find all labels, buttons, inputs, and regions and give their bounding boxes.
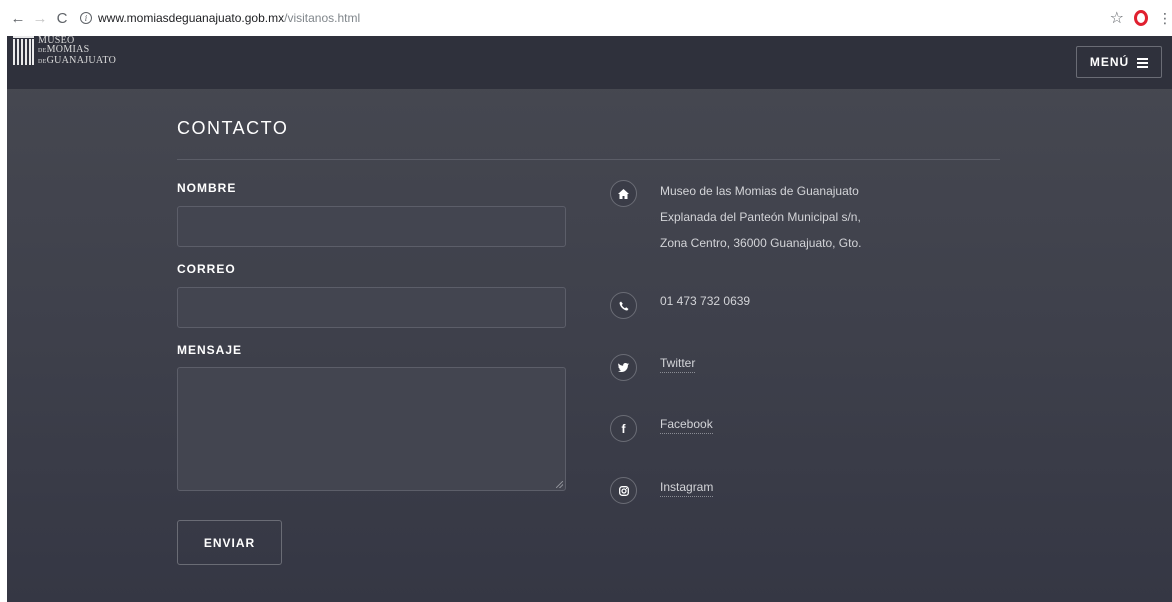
home-icon [610,180,637,207]
address-block: Museo de las Momias de Guanajuato Explan… [660,178,861,256]
logo-text: MUSEO DEMOMIAS DEGUANAJUATO [38,36,116,67]
hamburger-icon [1137,57,1149,68]
page-title: CONTACTO [177,118,289,138]
logo-line-de-1: DE [38,48,47,54]
site-page: MUSEO DEMOMIAS DEGUANAJUATO MENÚ CONTACT… [7,36,1172,602]
address-line-1: Museo de las Momias de Guanajuato [660,184,859,198]
address-line-2: Explanada del Panteón Municipal s/n, [660,210,861,224]
logo-line-momias: MOMIAS [46,44,90,55]
url-path: /visitanos.html [284,11,361,25]
submit-button[interactable]: ENVIAR [177,520,282,565]
forward-icon[interactable]: → [30,10,50,27]
back-icon[interactable]: ← [8,10,28,27]
site-header: MUSEO DEMOMIAS DEGUANAJUATO MENÚ [7,36,1172,89]
logo-columns-icon [13,36,34,66]
name-field[interactable] [177,206,566,247]
message-textarea[interactable] [177,367,566,491]
resize-handle-icon[interactable] [556,481,563,488]
opera-icon[interactable] [1134,10,1148,26]
site-info-icon[interactable]: i [80,12,92,24]
email-field[interactable] [177,287,566,328]
browser-menu-icon[interactable]: ⋮ [1158,10,1172,27]
browser-toolbar: ← → C i www.momiasdeguanajuato.gob.mx/vi… [0,0,1172,36]
instagram-icon[interactable] [610,477,637,504]
phone-number: 01 473 732 0639 [660,294,751,308]
address-bar[interactable]: www.momiasdeguanajuato.gob.mx/visitanos.… [98,11,360,25]
facebook-link[interactable]: Facebook [660,417,713,434]
email-label: CORREO [177,262,236,276]
url-host: www.momiasdeguanajuato.gob.mx [98,11,285,25]
instagram-link[interactable]: Instagram [660,480,714,497]
name-label: NOMBRE [177,181,237,195]
address-line-3: Zona Centro, 36000 Guanajuato, Gto. [660,236,862,250]
message-label: MENSAJE [177,343,243,357]
menu-label: MENÚ [1089,55,1130,69]
museum-logo[interactable]: MUSEO DEMOMIAS DEGUANAJUATO [13,36,116,67]
twitter-link[interactable]: Twitter [660,356,696,373]
logo-line-de-2: DE [38,59,47,65]
title-divider [177,159,1000,160]
reload-icon[interactable]: C [52,10,72,27]
phone-icon [610,292,637,319]
twitter-icon[interactable] [610,354,637,381]
facebook-icon[interactable]: f [610,415,637,442]
logo-line-guanajuato: GUANAJUATO [46,55,117,66]
menu-button[interactable]: MENÚ [1076,46,1162,78]
bookmark-star-icon[interactable]: ☆ [1110,8,1124,28]
